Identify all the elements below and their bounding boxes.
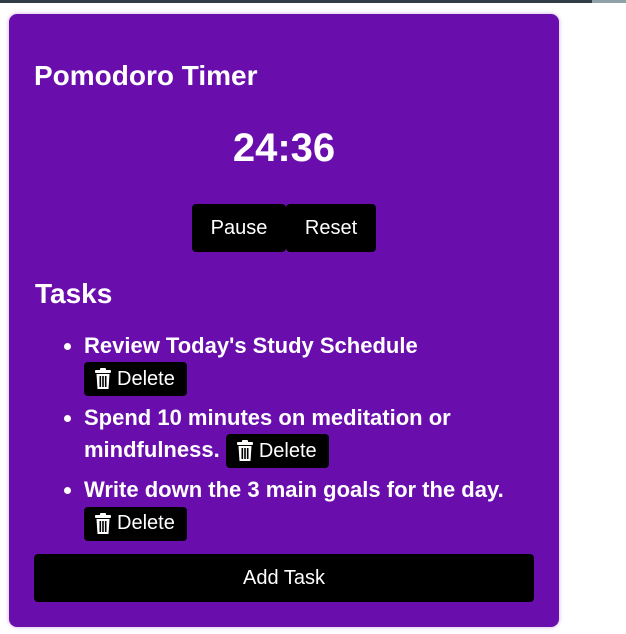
delete-label: Delete xyxy=(117,367,175,390)
app-title: Pomodoro Timer xyxy=(34,60,258,91)
tasks-heading: Tasks xyxy=(35,278,113,309)
reset-button[interactable]: Reset xyxy=(286,204,376,252)
trash-icon xyxy=(95,368,111,390)
browser-scrollbar-edge xyxy=(592,0,626,3)
timer-controls: Pause Reset xyxy=(9,204,559,252)
browser-top-edge xyxy=(0,0,626,3)
task-text: Write down the 3 main goals for the day. xyxy=(84,477,504,503)
delete-label: Delete xyxy=(117,512,175,535)
task-item: Review Today's Study Schedule Delete xyxy=(84,330,564,397)
task-text: Review Today's Study Schedule xyxy=(84,333,418,358)
task-item: Write down the 3 main goals for the day.… xyxy=(84,474,564,541)
add-task-button[interactable]: Add Task xyxy=(34,554,534,602)
trash-icon xyxy=(95,512,111,534)
trash-icon xyxy=(236,440,253,462)
delete-task-button[interactable]: Delete xyxy=(84,362,187,397)
pomodoro-card: Pomodoro Timer 24:36 Pause Reset Tasks R… xyxy=(9,14,559,627)
timer-display: 24:36 xyxy=(232,126,336,170)
delete-label: Delete xyxy=(258,439,317,462)
delete-task-button[interactable]: Delete xyxy=(225,434,329,469)
pause-button[interactable]: Pause xyxy=(192,204,286,252)
task-item: Spend 10 minutes on meditation or mindfu… xyxy=(84,402,564,469)
task-list: Review Today's Study Schedule Delete Spe… xyxy=(35,330,564,547)
delete-task-button[interactable]: Delete xyxy=(84,506,187,541)
